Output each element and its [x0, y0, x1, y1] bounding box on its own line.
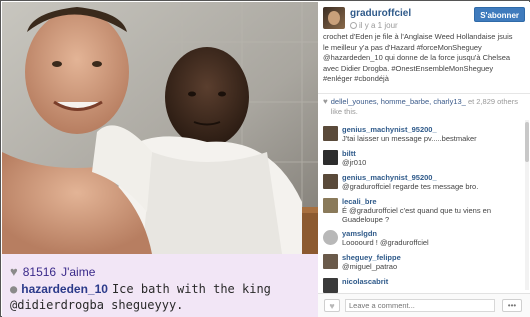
comment-footer: ♥ ••• — [318, 293, 530, 317]
post-caption: crochet d'Eden je file à l'Anglaise Weed… — [323, 32, 513, 83]
commenter-avatar[interactable] — [323, 254, 338, 269]
commenter-avatar[interactable] — [323, 230, 338, 245]
likers-names[interactable]: dellel_younes, homme_barbe, charly13_ — [331, 97, 466, 106]
comment-item: nicolascabrit — [318, 276, 530, 293]
more-options-button[interactable]: ••• — [502, 299, 522, 312]
post-time-text: il y a 1 jour — [359, 21, 398, 30]
likes-summary: ♥ dellel_younes, homme_barbe, charly13_ … — [323, 97, 525, 116]
photo-caption-text1: Ice bath with the king — [111, 282, 271, 296]
photo-likes: ♥ 81516 J'aime — [10, 264, 95, 279]
post-sidebar: graduroffciel il y a 1 jour S'abonner cr… — [318, 2, 530, 317]
commenter-username[interactable]: nicolascabrit — [342, 277, 388, 286]
comment-item: sheguey_felippe @miguel_patrao — [318, 252, 530, 276]
post-header: graduroffciel il y a 1 jour S'abonner cr… — [318, 2, 530, 94]
commenter-username[interactable]: biltt — [342, 149, 356, 158]
comments-list: genius_machynist_95200_ J'tai laisser un… — [318, 120, 530, 294]
photo-likes-count: 81516 — [22, 264, 57, 279]
post-time: il y a 1 jour — [350, 21, 398, 30]
comment-item: lecali_bre É @graduroffciel c'est quand … — [318, 196, 530, 226]
clock-icon — [350, 22, 357, 29]
comment-item: biltt @jr010 — [318, 148, 530, 172]
photo-caption-line1: ● hazardeden_10 Ice bath with the king — [10, 282, 271, 296]
heart-icon: ♥ — [323, 97, 328, 106]
commenter-username[interactable]: yamslgdn — [342, 229, 377, 238]
comments-scrollbar-thumb[interactable] — [525, 122, 529, 162]
like-button[interactable]: ♥ — [324, 299, 340, 312]
comment-text: @miguel_patrao — [342, 262, 398, 271]
comment-input[interactable] — [345, 299, 495, 312]
commenter-username[interactable]: genius_machynist_95200_ — [342, 125, 437, 134]
instagram-post-frame: ♥ 81516 J'aime ● hazardeden_10 Ice bath … — [0, 0, 530, 317]
comment-text: Loooourd ! @graduroffciel — [342, 238, 429, 247]
comment-item: genius_machynist_95200_ J'tai laisser un… — [318, 124, 530, 148]
photo-image — [2, 2, 318, 254]
heart-icon: ♥ — [10, 264, 18, 279]
comment-text: É @graduroffciel c'est quand que tu vien… — [342, 206, 492, 224]
photo-caption-line2: @didierdrogba sheguеyyy. — [10, 298, 184, 312]
commenter-avatar[interactable] — [323, 278, 338, 293]
commenter-username[interactable]: sheguey_felippe — [342, 253, 401, 262]
follow-button[interactable]: S'abonner — [474, 7, 525, 22]
comment-text: @graduroffciel regarde tes message bro. — [342, 182, 479, 191]
commenter-avatar[interactable] — [323, 198, 338, 213]
comment-item: yamslgdn Loooourd ! @graduroffciel — [318, 228, 530, 252]
comment-text: @jr010 — [342, 158, 367, 167]
comment-bubble-icon: ● — [10, 282, 18, 296]
commenter-avatar[interactable] — [323, 126, 338, 141]
photo-likes-label: J'aime — [61, 264, 96, 279]
post-photo: ♥ 81516 J'aime ● hazardeden_10 Ice bath … — [2, 2, 318, 317]
commenter-username[interactable]: genius_machynist_95200_ — [342, 173, 437, 182]
photo-embedded-caption: ♥ 81516 J'aime ● hazardeden_10 Ice bath … — [2, 254, 318, 317]
comment-text: J'tai laisser un message pv.....bestmake… — [342, 134, 477, 143]
commenter-username[interactable]: lecali_bre — [342, 197, 377, 206]
commenter-avatar[interactable] — [323, 150, 338, 165]
author-avatar[interactable] — [323, 7, 345, 29]
comment-item: genius_machynist_95200_ @graduroffciel r… — [318, 172, 530, 196]
author-username[interactable]: graduroffciel — [350, 8, 411, 19]
commenter-avatar[interactable] — [323, 174, 338, 189]
photo-caption-user: hazardeden_10 — [21, 282, 108, 296]
